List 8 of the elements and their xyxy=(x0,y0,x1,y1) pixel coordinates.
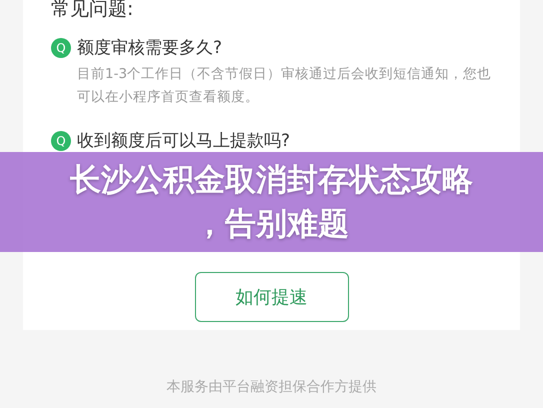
faq-question: 收到额度后可以马上提款吗? xyxy=(77,130,290,152)
footer-text: 本服务由平台融资担保合作方提供 xyxy=(166,378,378,396)
faq-answer: 目前1-3个工作日（不含节假日）审核通过后会收到短信通知，您也可以在小程序首页查看额度。 xyxy=(77,65,492,107)
faq-question: 额度审核需要多久? xyxy=(77,37,222,59)
q-icon: Q xyxy=(51,38,71,58)
speed-up-button[interactable]: 如何提速 xyxy=(194,272,348,322)
banner-title: 长沙公积金取消封存状态攻略，告别难题 xyxy=(69,161,474,244)
q-icon: Q xyxy=(51,130,71,150)
